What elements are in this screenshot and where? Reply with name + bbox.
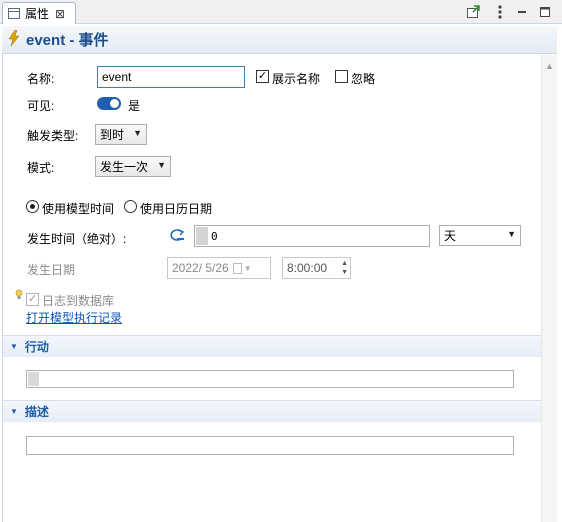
open-execution-log-link[interactable]: 打开模型执行记录 xyxy=(26,309,122,326)
occur-date-label: 发生日期 xyxy=(27,263,76,277)
vertical-scrollbar[interactable]: ▲ xyxy=(541,55,557,522)
name-input[interactable]: event xyxy=(97,66,245,88)
action-code-field[interactable] xyxy=(26,370,514,388)
ignore-label: 忽略 xyxy=(351,72,376,86)
trigger-type-value: 到时 xyxy=(100,128,125,142)
page-title: event - 事件 xyxy=(26,32,109,49)
time-unit-select[interactable]: 天 ▼ xyxy=(439,225,521,246)
mode-label: 模式: xyxy=(27,161,55,175)
chevron-down-icon: ▼ xyxy=(133,128,142,138)
view-tab-bar: 属性 ⊠ xyxy=(0,0,562,24)
visible-toggle[interactable] xyxy=(97,97,121,110)
visible-label: 可见: xyxy=(27,99,55,113)
use-calendar-date-radio[interactable] xyxy=(124,200,137,213)
time-unit-value: 天 xyxy=(444,229,457,243)
properties-view-icon xyxy=(8,8,20,19)
trigger-type-label: 触发类型: xyxy=(27,129,79,143)
dynamic-value-icon[interactable] xyxy=(168,227,186,246)
log-to-db-checkbox[interactable]: ✓ xyxy=(26,293,39,306)
calendar-icon xyxy=(232,262,242,274)
chevron-down-icon: ▼ xyxy=(10,407,18,416)
event-bolt-icon xyxy=(8,29,20,50)
chevron-down-icon: ▼ xyxy=(10,342,18,351)
occur-time-input[interactable]: 0 xyxy=(194,225,430,247)
section-action-header[interactable]: ▼ 行动 xyxy=(3,335,541,357)
spinner-icon[interactable]: ▲ ▼ xyxy=(341,259,348,277)
occur-time-value: 0 xyxy=(211,229,218,243)
code-marker-icon xyxy=(196,227,208,245)
section-action-title: 行动 xyxy=(24,340,49,354)
chevron-down-icon: ▼ xyxy=(157,160,166,170)
section-description-title: 描述 xyxy=(24,405,49,419)
visible-value: 是 xyxy=(128,99,141,113)
maximize-icon[interactable] xyxy=(538,5,552,19)
properties-header: event - 事件 xyxy=(2,26,557,54)
view-menu-icon[interactable] xyxy=(493,5,507,19)
pin-editor-icon[interactable] xyxy=(466,5,480,19)
chevron-down-icon: ▼ xyxy=(243,263,252,273)
show-name-checkbox[interactable]: ✓ xyxy=(256,70,269,83)
occur-time-label: 发生时间（绝对）: xyxy=(27,232,127,246)
trigger-type-select[interactable]: 到时 ▼ xyxy=(95,124,147,145)
section-description-header[interactable]: ▼ 描述 xyxy=(3,400,541,422)
scroll-up-icon[interactable]: ▲ xyxy=(545,61,554,71)
chevron-down-icon: ▼ xyxy=(507,229,516,239)
description-field[interactable] xyxy=(26,436,514,455)
lightbulb-icon xyxy=(15,289,23,303)
occur-clock-value: 8:00:00 xyxy=(287,261,328,275)
tab-properties[interactable]: 属性 ⊠ xyxy=(2,2,76,24)
ignore-checkbox[interactable] xyxy=(335,70,348,83)
occur-date-picker[interactable]: 2022/ 5/26 ▼ xyxy=(167,257,271,279)
close-icon[interactable]: ⊠ xyxy=(55,7,65,21)
use-model-time-label: 使用模型时间 xyxy=(42,202,115,216)
occur-date-value: 2022/ 5/26 xyxy=(172,261,229,275)
mode-select[interactable]: 发生一次 ▼ xyxy=(95,156,171,177)
panel-border xyxy=(2,26,3,522)
mode-value: 发生一次 xyxy=(100,160,149,174)
log-to-db-label: 日志到数据库 xyxy=(42,294,115,308)
use-calendar-date-label: 使用日历日期 xyxy=(140,202,213,216)
code-marker-icon xyxy=(28,372,39,386)
occur-clock-input[interactable]: 8:00:00 ▲ ▼ xyxy=(282,257,351,279)
show-name-label: 展示名称 xyxy=(272,72,321,86)
minimize-icon[interactable] xyxy=(515,5,529,19)
use-model-time-radio[interactable] xyxy=(26,200,39,213)
name-label: 名称: xyxy=(27,72,55,86)
tab-label: 属性 xyxy=(25,7,50,21)
